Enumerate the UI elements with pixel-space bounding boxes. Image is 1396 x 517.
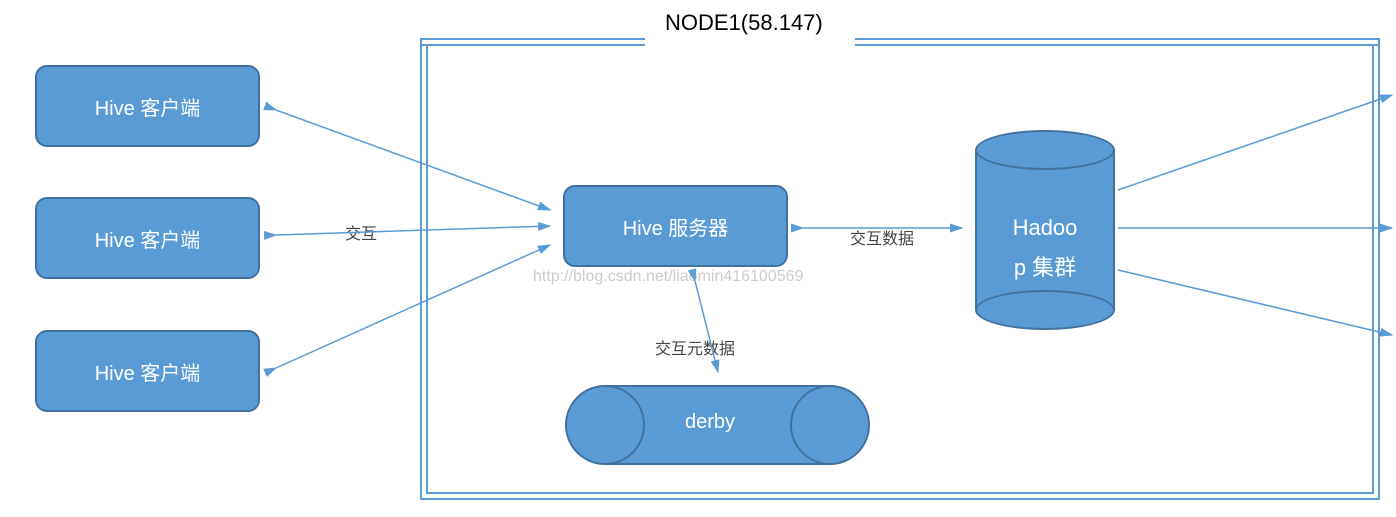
diagram-canvas: { "frame_title":"NODE1(58.147)", "client…: [0, 0, 1396, 517]
connector-layer: [0, 0, 1396, 517]
